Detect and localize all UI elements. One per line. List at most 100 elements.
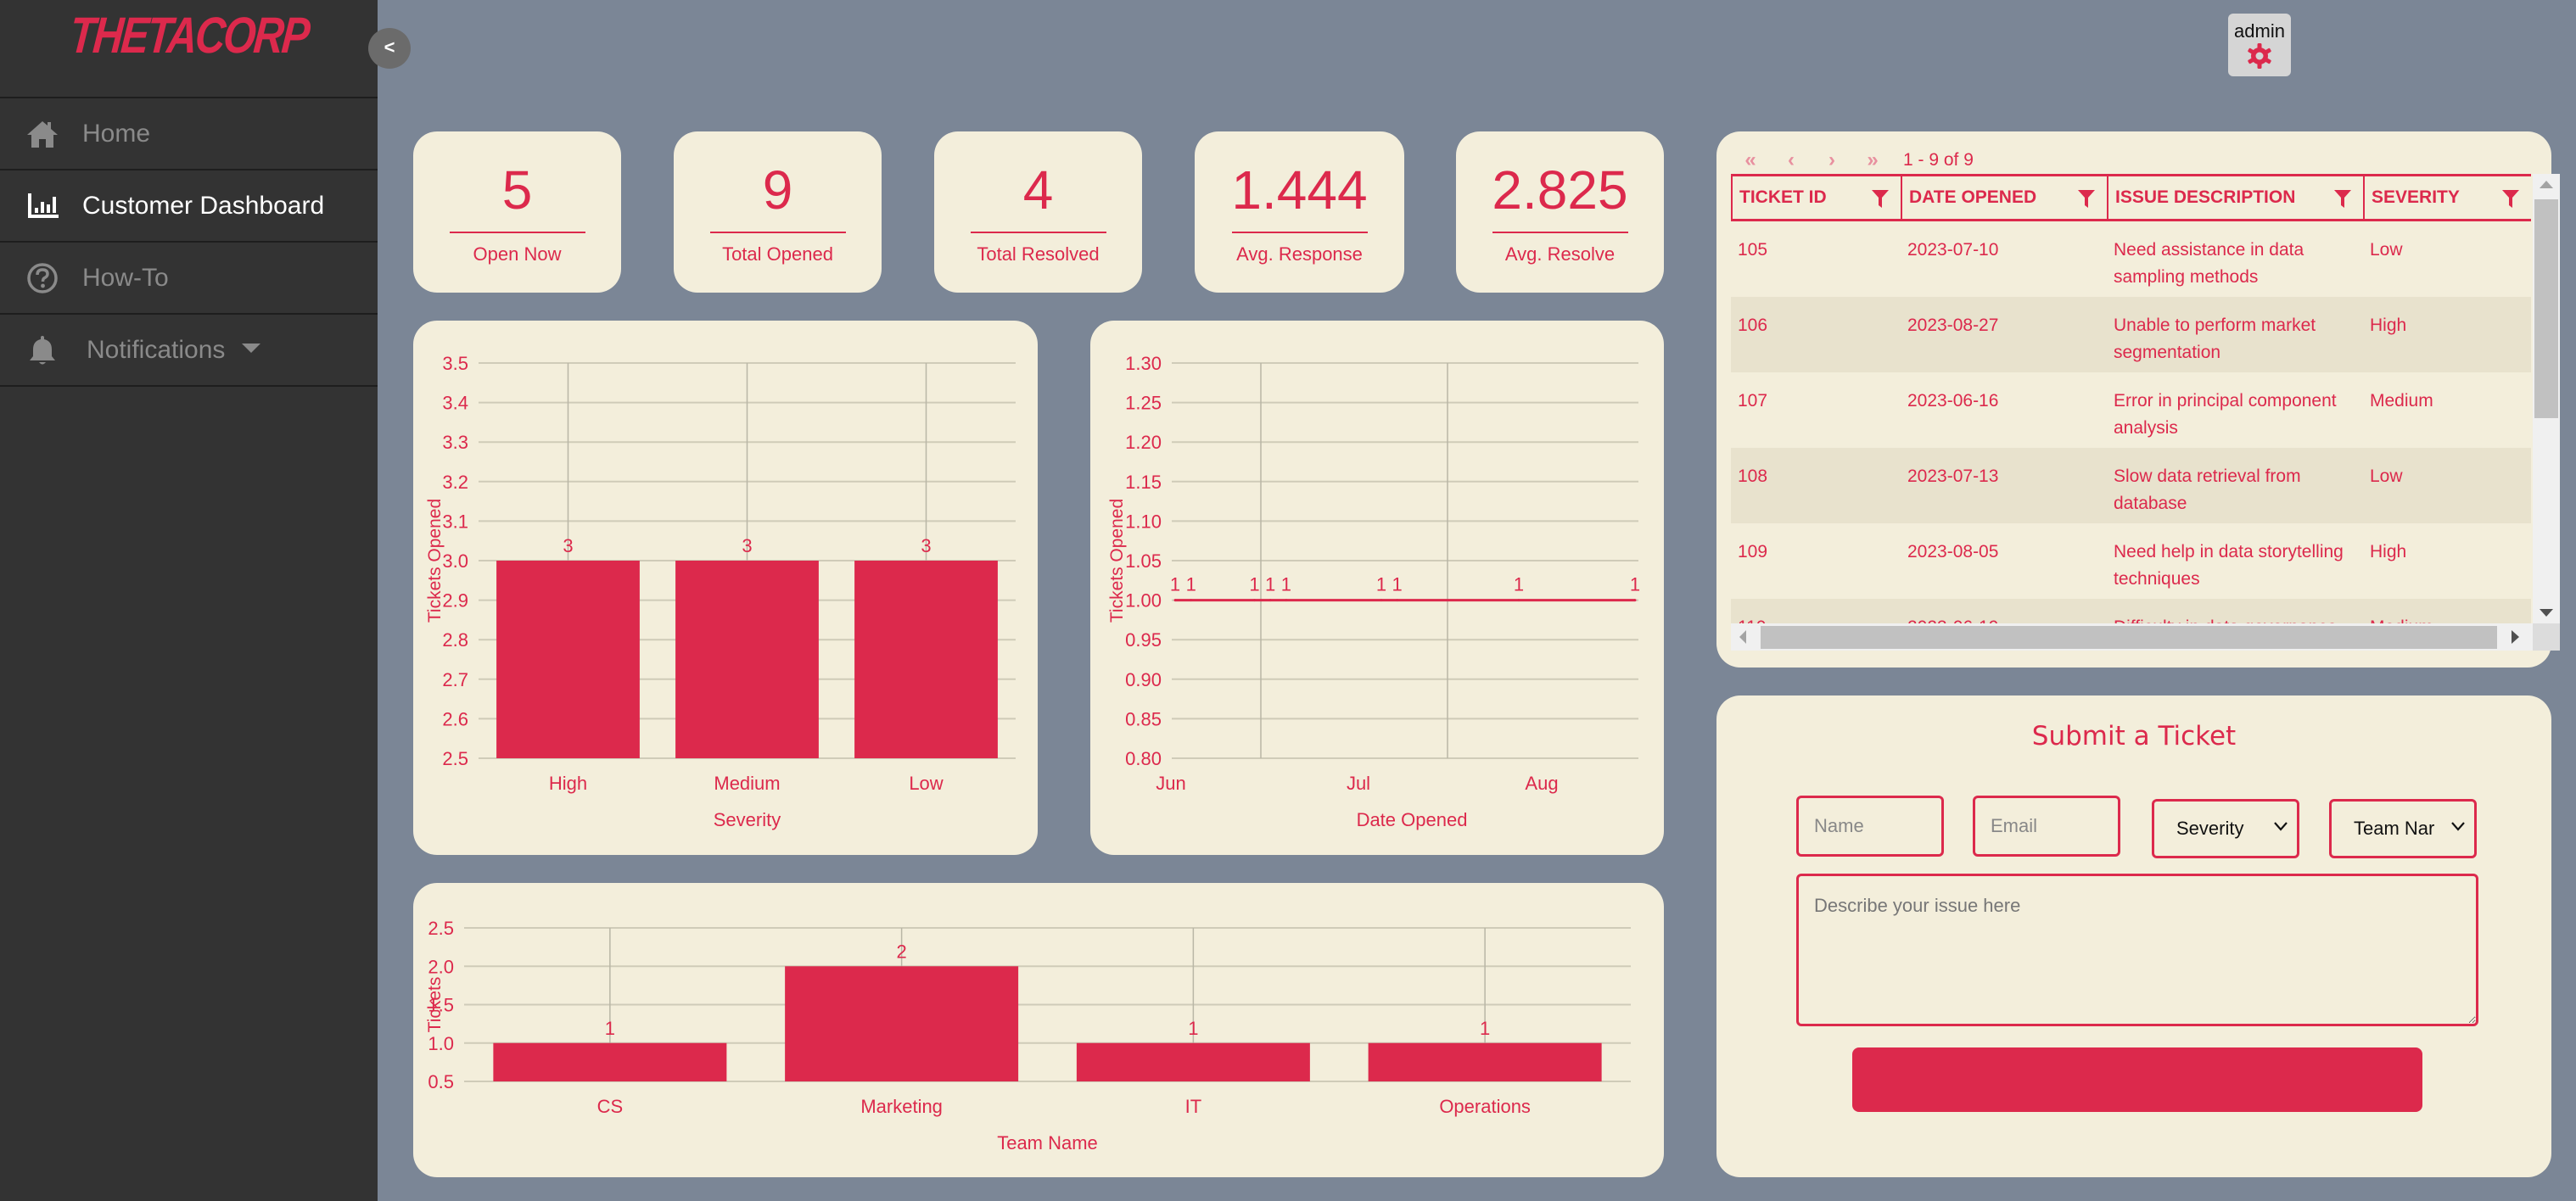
data-label: 2 bbox=[897, 941, 907, 962]
last-page-button[interactable]: » bbox=[1852, 148, 1893, 172]
kpi-value: 1.444 bbox=[1231, 159, 1368, 221]
y-tick-label: 1.10 bbox=[1125, 511, 1162, 532]
sidebar-item-notifications[interactable]: Notifications bbox=[0, 315, 378, 385]
table-cell: Error in principal component analysis bbox=[2114, 391, 2337, 438]
sidebar-item-label: How-To bbox=[82, 263, 169, 292]
y-tick-label: 3.4 bbox=[442, 393, 468, 414]
kpi-value: 9 bbox=[762, 159, 793, 221]
table-row[interactable]: 107 2023-06-16 Error in principal componen… bbox=[1731, 372, 2531, 448]
x-tick-label: Low bbox=[909, 773, 943, 794]
first-page-button[interactable]: « bbox=[1730, 148, 1771, 172]
name-input[interactable] bbox=[1796, 796, 1944, 857]
team-select[interactable]: Team Nar bbox=[2329, 799, 2477, 858]
horizontal-scrollbar[interactable] bbox=[1731, 623, 2533, 651]
filter-icon[interactable] bbox=[1872, 190, 1889, 209]
vertical-scrollbar[interactable] bbox=[2533, 174, 2560, 623]
data-label: 1 bbox=[1392, 574, 1403, 595]
scroll-up-icon[interactable] bbox=[2540, 181, 2553, 188]
data-label: 1 bbox=[1480, 1018, 1490, 1039]
y-tick-label: 0.85 bbox=[1125, 708, 1162, 729]
y-tick-label: 1.05 bbox=[1125, 550, 1162, 572]
scrollbar-thumb[interactable] bbox=[2534, 199, 2558, 418]
table-cell: Medium bbox=[2370, 391, 2433, 411]
table-body: 105 2023-07-10 Need assistance in data sam… bbox=[1731, 221, 2531, 647]
table-cell: Need assistance in data sampling methods bbox=[2114, 240, 2304, 287]
form-title: Submit a Ticket bbox=[2031, 721, 2237, 751]
sidebar-collapse-button[interactable]: < bbox=[368, 28, 411, 69]
y-tick-label: 0.90 bbox=[1125, 669, 1162, 690]
y-tick-label: 0.80 bbox=[1125, 748, 1162, 769]
kpi-card-avg-response: 1.444 Avg. Response bbox=[1195, 131, 1404, 293]
table-cell: 2023-08-05 bbox=[1907, 542, 1999, 561]
scroll-right-icon[interactable] bbox=[2512, 630, 2519, 644]
data-point bbox=[1285, 599, 1288, 602]
table-cell: 106 bbox=[1738, 316, 1768, 335]
email-input[interactable] bbox=[1973, 796, 2120, 857]
column-header[interactable]: ISSUE DESCRIPTION bbox=[2107, 176, 2363, 219]
submit-ticket-button[interactable] bbox=[1852, 1047, 2422, 1112]
kpi-value: 2.825 bbox=[1492, 159, 1628, 221]
column-header[interactable]: DATE OPENED bbox=[1901, 176, 2107, 219]
data-label: 1 bbox=[1265, 574, 1275, 595]
filter-icon[interactable] bbox=[2078, 190, 2095, 209]
table-cell: Low bbox=[2370, 466, 2403, 486]
table-row[interactable]: 109 2023-08-05 Need help in data storytell… bbox=[1731, 523, 2531, 599]
table-row[interactable]: 105 2023-07-10 Need assistance in data sam… bbox=[1731, 221, 2531, 297]
column-header-label: ISSUE DESCRIPTION bbox=[2115, 187, 2296, 207]
table-cell: 2023-07-10 bbox=[1907, 240, 1999, 260]
y-tick-label: 1.20 bbox=[1125, 432, 1162, 453]
y-tick-label: 1.0 bbox=[428, 1033, 454, 1054]
y-axis-title: Tickets Opened bbox=[425, 499, 445, 623]
admin-settings-button[interactable]: admin bbox=[2228, 14, 2291, 76]
data-label: 1 bbox=[1376, 574, 1386, 595]
y-tick-label: 3.5 bbox=[442, 353, 468, 374]
team-select-value: Team Nar bbox=[2354, 818, 2435, 839]
sidebar-item-how-to[interactable]: How-To bbox=[0, 243, 378, 313]
filter-icon[interactable] bbox=[2334, 190, 2351, 209]
next-page-button[interactable]: › bbox=[1812, 148, 1852, 172]
x-tick-label: CS bbox=[597, 1096, 624, 1117]
scrollbar-thumb[interactable] bbox=[1761, 626, 2497, 649]
sidebar-item-customer-dashboard[interactable]: Customer Dashboard bbox=[0, 170, 378, 241]
sidebar-item-label: Customer Dashboard bbox=[82, 191, 325, 220]
data-label: 1 bbox=[1186, 574, 1196, 595]
table-cell: Need help in data storytelling technique… bbox=[2114, 542, 2344, 589]
y-tick-label: 2.6 bbox=[442, 708, 468, 729]
table-cell: 2023-06-16 bbox=[1907, 391, 1999, 411]
scroll-left-icon[interactable] bbox=[1739, 630, 1746, 644]
table-row[interactable]: 106 2023-08-27 Unable to perform market se… bbox=[1731, 297, 2531, 372]
table-cell: High bbox=[2370, 542, 2407, 561]
date-opened-line-chart: 0.80 0.85 0.90 0.95 1.00 1.05 1.10 1.15 1.20 1.25… bbox=[1107, 353, 1640, 830]
table-cell: Low bbox=[2370, 240, 2403, 260]
bar-low bbox=[854, 561, 998, 758]
kpi-card-avg-resolve: 2.825 Avg. Resolve bbox=[1456, 131, 1664, 293]
prev-page-button[interactable]: ‹ bbox=[1771, 148, 1812, 172]
column-header-label: DATE OPENED bbox=[1909, 187, 2037, 207]
y-axis-title: Tickets bbox=[425, 977, 445, 1033]
table-row[interactable]: 108 2023-07-13 Slow data retrieval from da… bbox=[1731, 448, 2531, 523]
issue-description-input[interactable] bbox=[1796, 874, 2478, 1026]
date-opened-chart-card: 0.80 0.85 0.90 0.95 1.00 1.05 1.10 1.15 1.20 1.25… bbox=[1090, 321, 1664, 855]
y-tick-label: 1.15 bbox=[1125, 472, 1162, 493]
y-tick-label: 2.9 bbox=[442, 590, 468, 612]
severity-select-value: Severity bbox=[2176, 818, 2244, 839]
scroll-down-icon[interactable] bbox=[2540, 609, 2553, 617]
data-point bbox=[1190, 599, 1193, 602]
table-cell: 2023-08-27 bbox=[1907, 316, 1999, 335]
y-tick-label: 3.1 bbox=[442, 511, 468, 532]
gear-icon bbox=[2248, 43, 2271, 69]
data-label: 3 bbox=[563, 535, 573, 556]
data-label: 1 bbox=[1630, 574, 1640, 595]
caret-down-icon bbox=[242, 344, 260, 353]
sidebar-item-home[interactable]: Home bbox=[0, 98, 378, 169]
severity-select[interactable]: Severity bbox=[2152, 799, 2299, 858]
x-tick-label: IT bbox=[1185, 1096, 1202, 1117]
column-header[interactable]: TICKET ID bbox=[1731, 176, 1901, 219]
pagination: « ‹ › » 1 - 9 of 9 bbox=[1730, 145, 1974, 176]
column-header[interactable]: SEVERITY bbox=[2363, 176, 2531, 219]
filter-icon[interactable] bbox=[2502, 190, 2519, 209]
x-tick-label: Jul bbox=[1347, 773, 1370, 794]
data-point bbox=[1252, 599, 1256, 602]
table-cell: Unable to perform market segmentation bbox=[2114, 316, 2316, 362]
sidebar-item-label: Home bbox=[82, 119, 151, 148]
